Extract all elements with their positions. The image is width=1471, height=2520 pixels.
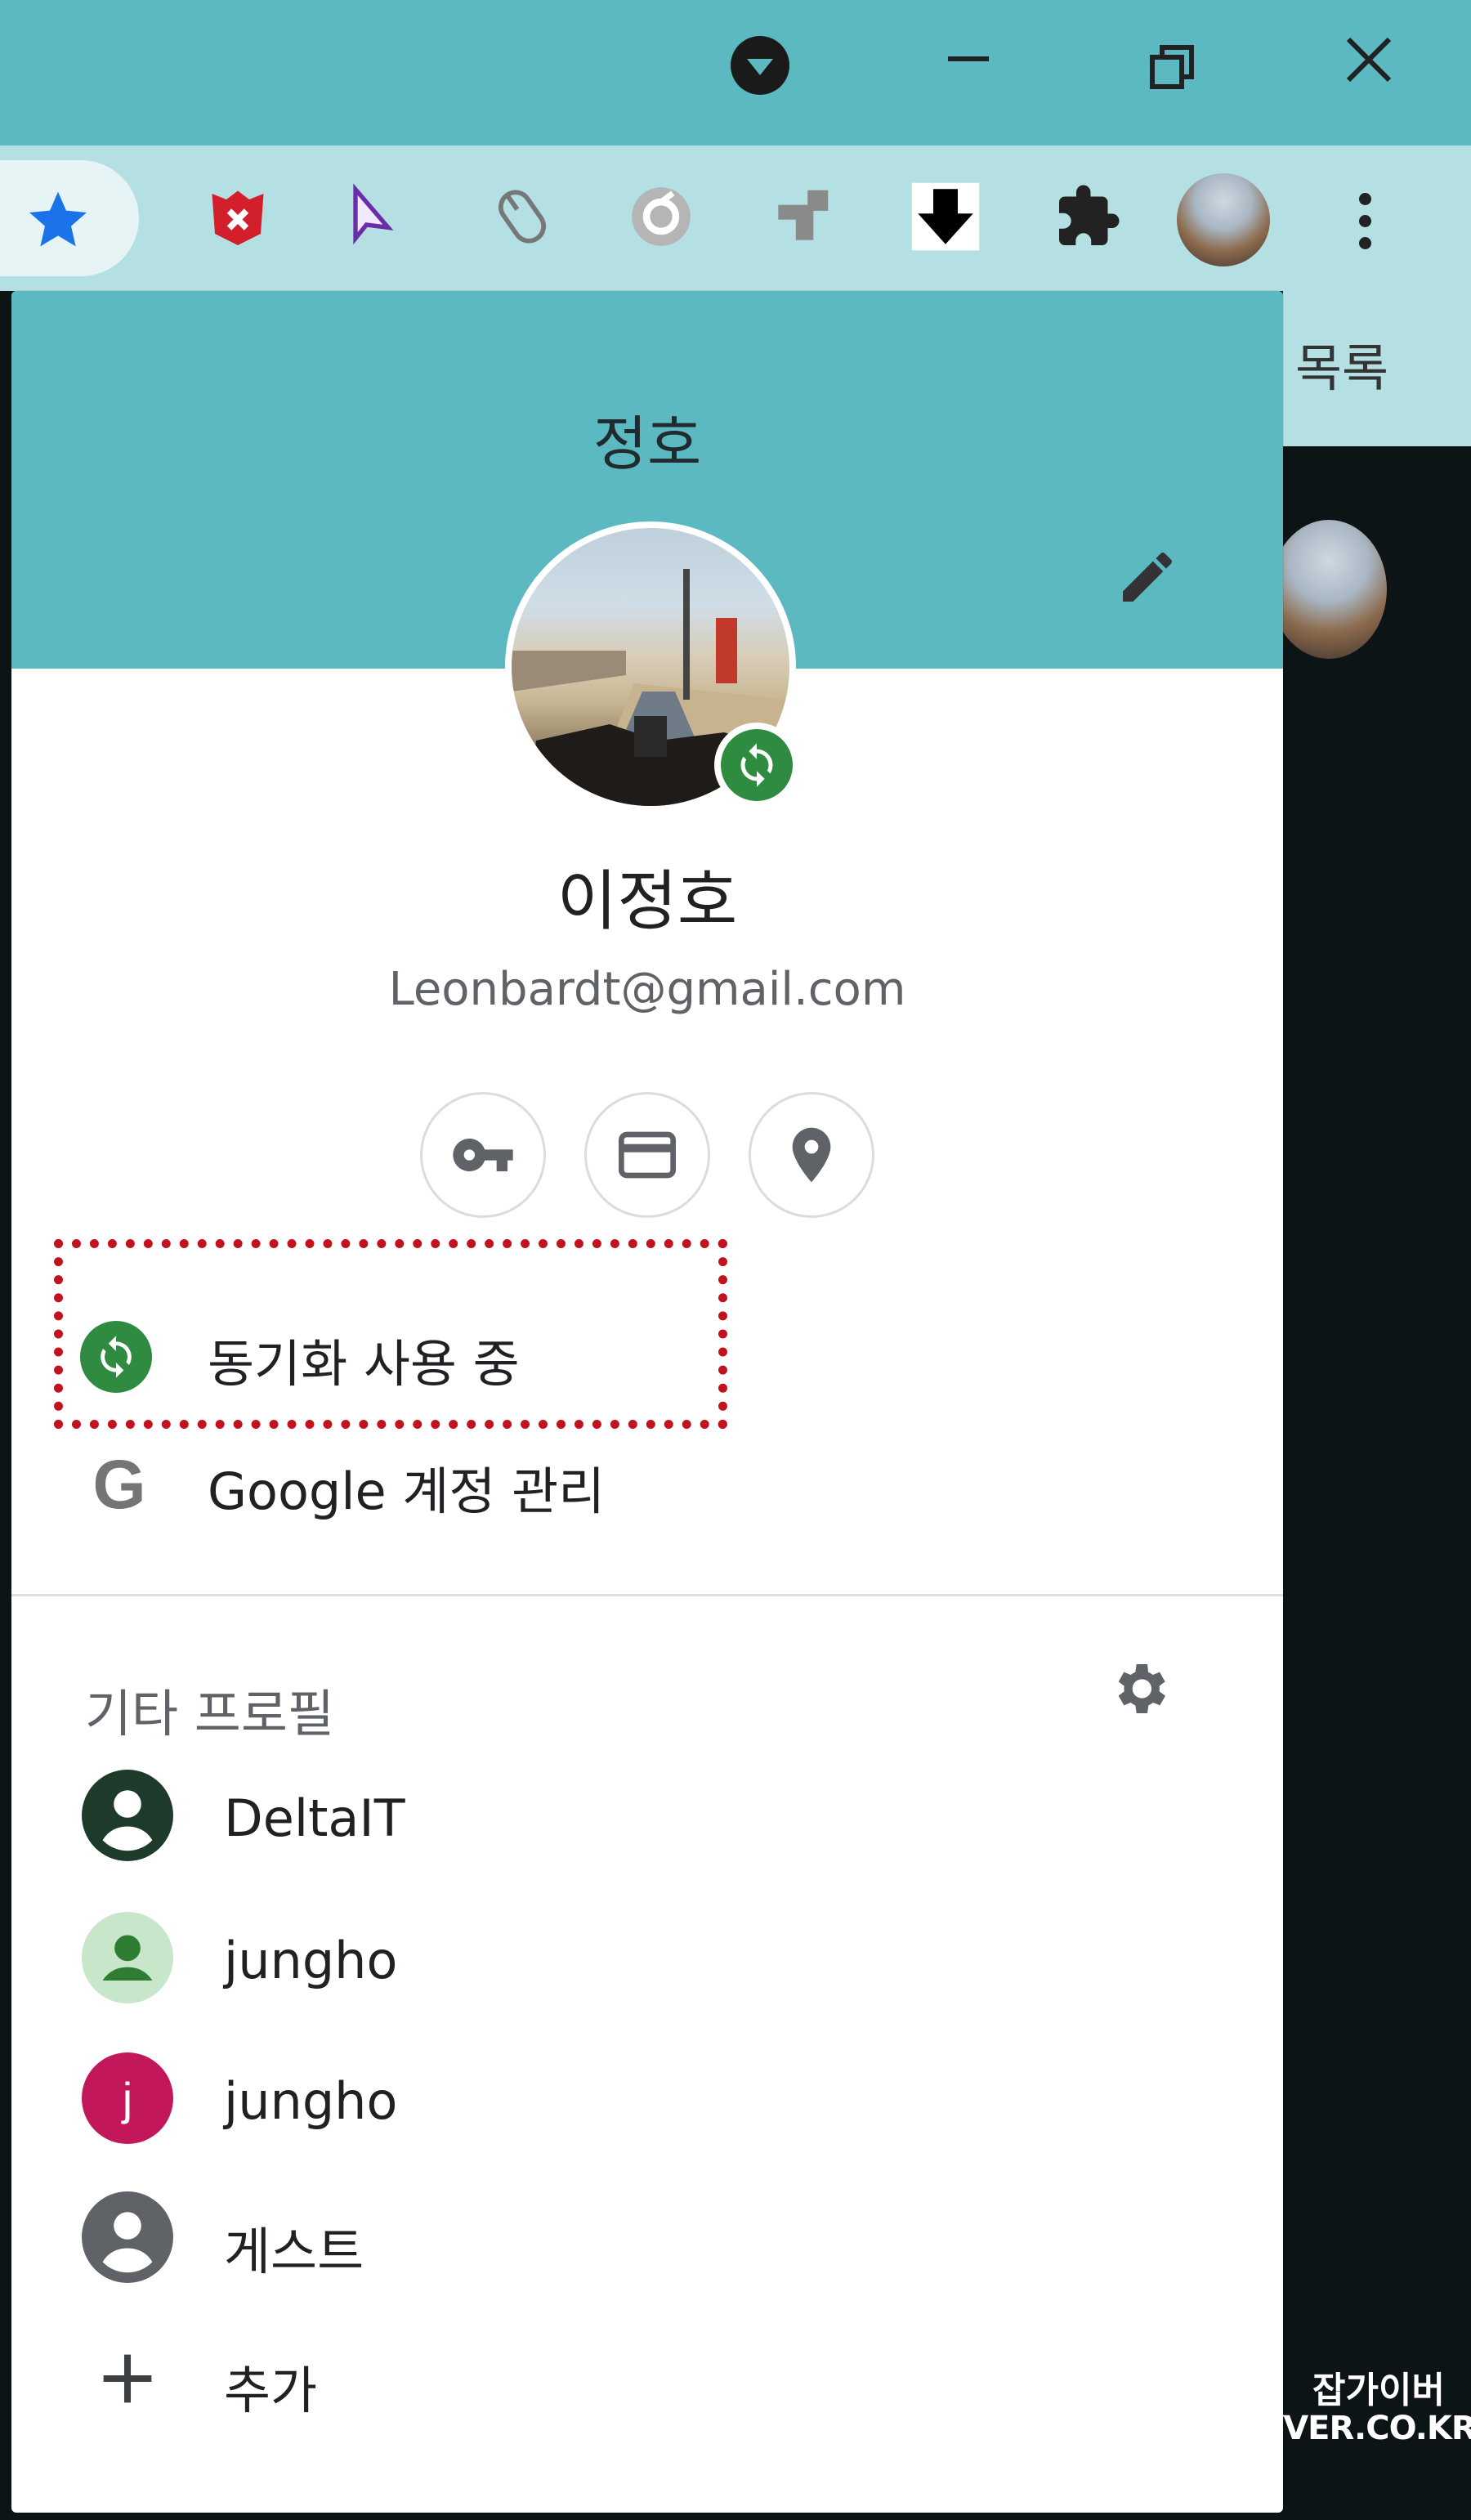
google-g-icon: G <box>92 1446 146 1523</box>
star-icon <box>29 191 87 247</box>
user-email: Leonbardt@gmail.com <box>388 963 906 1016</box>
location-pin-icon <box>792 1127 831 1183</box>
watermark-title: 잡가이버 <box>1312 2370 1445 2411</box>
cursor-extension-icon[interactable] <box>335 180 409 253</box>
plus-icon <box>103 2354 152 2403</box>
close-icon <box>1346 37 1392 83</box>
gear-icon <box>1118 1664 1165 1713</box>
profile-name: DeltaIT <box>224 1788 405 1848</box>
profile-item-jungho[interactable]: jungho <box>11 1888 1283 2027</box>
minimize-icon <box>948 56 989 61</box>
background-page-label: 목록 <box>1295 338 1389 398</box>
browser-window: 목록 정호 이정호 Leonbardt@gmail.com 동기화 사용 중 G… <box>0 0 1471 2520</box>
edit-profile-button[interactable] <box>1107 536 1188 618</box>
restore-icon <box>1150 45 1194 89</box>
more-vert-icon[interactable] <box>1340 180 1389 262</box>
key-icon <box>453 1139 513 1171</box>
shield-x-extension-icon[interactable] <box>201 180 275 253</box>
other-profiles-title: 기타 프로필 <box>85 1684 334 1743</box>
add-profile-label: 추가 <box>224 2361 318 2420</box>
mouse-extension-icon[interactable] <box>485 180 559 253</box>
download-extension-icon[interactable] <box>909 180 982 253</box>
pencil-icon <box>1123 552 1172 602</box>
profile-avatar-button[interactable] <box>1177 173 1270 266</box>
profile-name: jungho <box>224 1931 398 1990</box>
manage-account-link[interactable]: Google 계정 관리 <box>208 1450 605 1524</box>
restore-button[interactable] <box>1128 25 1218 106</box>
close-button[interactable] <box>1324 25 1414 106</box>
profile-name: jungho <box>224 2071 398 2131</box>
puzzle-icon[interactable] <box>1051 180 1124 253</box>
guest-person-icon <box>82 2191 173 2283</box>
bookmark-star-button[interactable] <box>0 160 139 276</box>
sync-icon <box>740 743 773 787</box>
person-icon <box>82 1912 173 2003</box>
profile-name: 게스트 <box>224 2222 364 2281</box>
minimize-button[interactable] <box>923 25 1013 106</box>
annotation-highlight-box <box>54 1239 727 1429</box>
profile-item-jungho-j[interactable]: j jungho <box>11 2029 1283 2168</box>
profile-item-guest[interactable]: 게스트 <box>11 2168 1283 2307</box>
card-icon <box>619 1131 676 1179</box>
profile-item-deltait[interactable]: DeltaIT <box>11 1746 1283 1885</box>
tab-search-button[interactable] <box>719 25 801 106</box>
sync-badge <box>714 723 799 808</box>
manage-profiles-button[interactable] <box>1090 1640 1188 1738</box>
person-icon <box>82 1770 173 1861</box>
add-profile-button[interactable]: 추가 <box>11 2312 1283 2451</box>
profile-menu-popup: 정호 이정호 Leonbardt@gmail.com 동기화 사용 중 G Go… <box>11 291 1283 2513</box>
watermark-url: JAB-GUYVER.CO.KR <box>1136 2410 1471 2447</box>
avatar-letter: j <box>122 2072 133 2124</box>
grey-arrow-extension-icon[interactable] <box>765 180 838 253</box>
passwords-button[interactable] <box>420 1092 546 1218</box>
payment-methods-button[interactable] <box>584 1092 710 1218</box>
background-avatar <box>1271 520 1387 659</box>
user-name: 이정호 <box>557 863 738 939</box>
addresses-button[interactable] <box>749 1092 874 1218</box>
letter-avatar: j <box>82 2052 173 2144</box>
divider <box>11 1594 1283 1596</box>
profile-header-title: 정호 <box>592 410 702 478</box>
grey-circle-extension-icon[interactable] <box>624 180 698 253</box>
tab-search-icon <box>731 36 789 95</box>
